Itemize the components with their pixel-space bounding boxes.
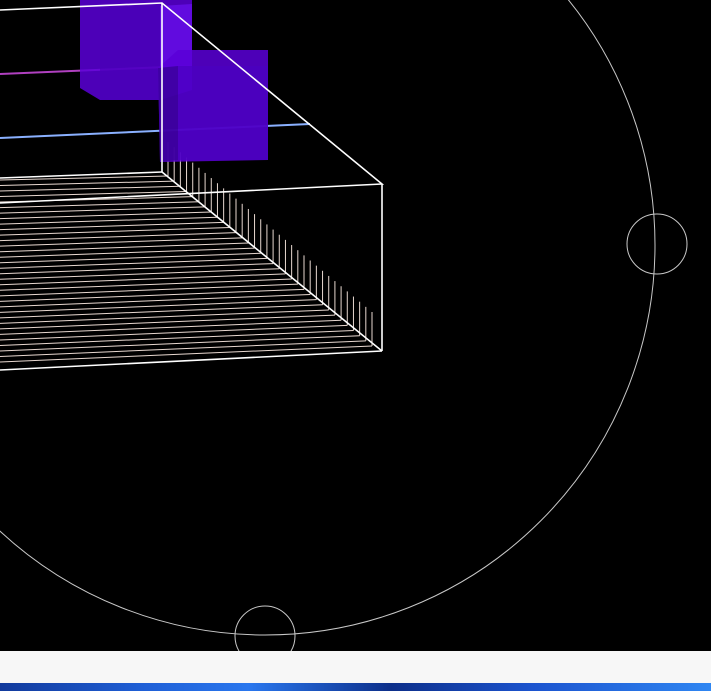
lattice-line [0, 288, 305, 302]
lattice-line [0, 268, 280, 280]
lattice-line [0, 247, 255, 258]
lattice-line [0, 309, 329, 324]
desktop-wallpaper [0, 683, 711, 691]
lattice-line [0, 185, 181, 192]
lattice-line [0, 180, 175, 187]
lattice-line [0, 273, 286, 286]
scene-canvas[interactable] [0, 0, 711, 651]
lattice-line [0, 211, 212, 220]
rotation-handle-bottom[interactable] [234, 605, 296, 651]
lattice-line [0, 314, 335, 330]
lattice-line [0, 216, 218, 225]
lattice-line [0, 283, 298, 297]
lattice-line [0, 293, 311, 308]
lattice-line [0, 299, 317, 313]
lattice-line [0, 201, 199, 209]
lattice-line [0, 206, 206, 214]
lattice-line [0, 242, 249, 253]
rotation-handle-right[interactable] [626, 213, 688, 275]
lattice-line [0, 252, 261, 264]
lattice-line [0, 304, 323, 319]
3d-viewport[interactable] [0, 0, 711, 651]
selection-cube-2[interactable] [158, 50, 268, 162]
lattice-line [0, 263, 274, 275]
taskbar [0, 651, 711, 683]
lattice-line [0, 278, 292, 291]
lattice-line [0, 257, 267, 269]
